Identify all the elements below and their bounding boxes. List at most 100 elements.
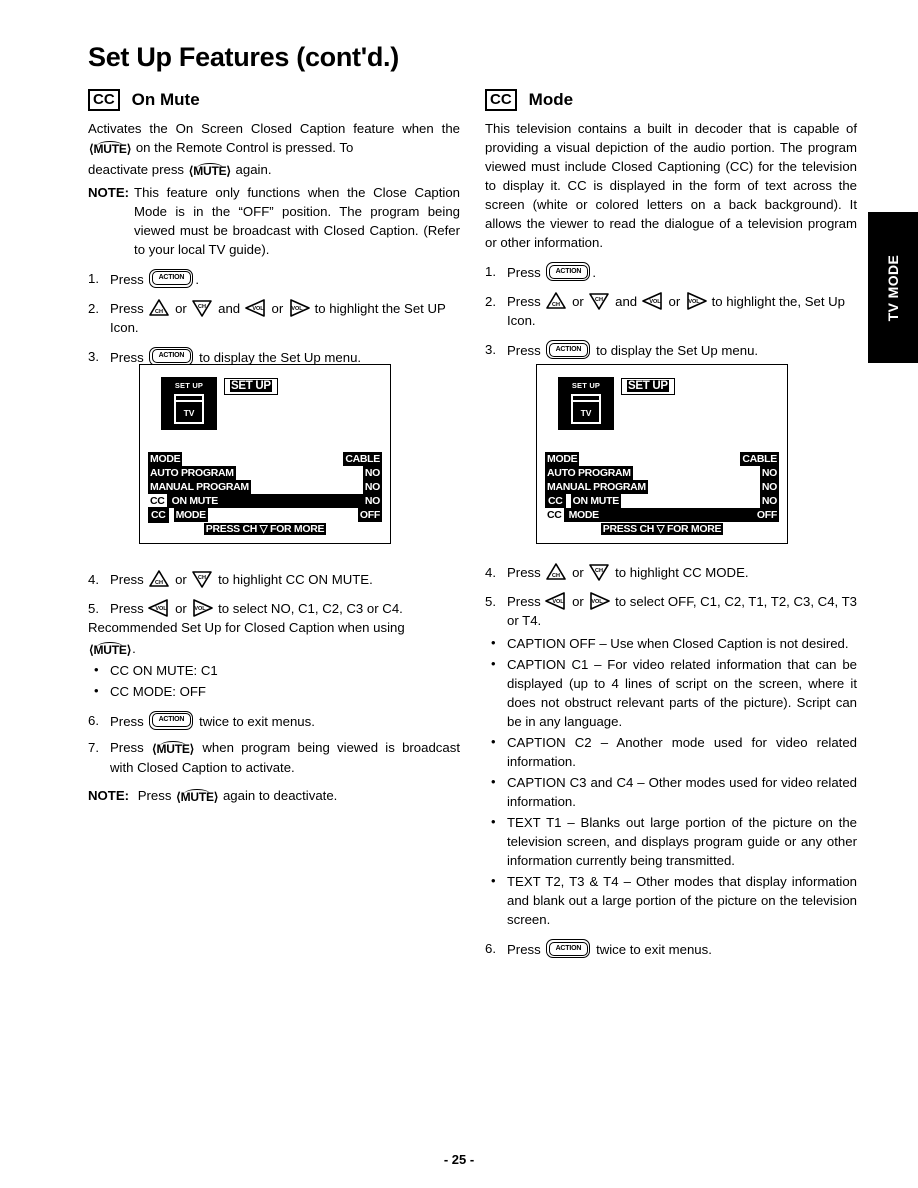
final-note-a: Press [137, 788, 172, 804]
bullet-text: CAPTION C3 and C4 – Other modes used for… [507, 775, 857, 809]
intro-line2b: on the Remote Control is pressed. To [135, 140, 354, 155]
step-6: 6. Press ACTION twice to exit menus. [88, 710, 460, 731]
svg-text:CH: CH [552, 573, 560, 579]
bullet-dot-icon: • [94, 682, 99, 698]
step-period: . [592, 265, 597, 280]
menu-row-value: OFF [754, 508, 779, 522]
step-body: Press ACTION. [110, 268, 460, 289]
mute-key-icon: ⟨MUTE⟩ [89, 141, 132, 156]
svg-text:CH: CH [595, 568, 603, 574]
side-tab-label: TV MODE [885, 254, 901, 321]
press-word: Press [110, 739, 144, 755]
tv-screen-diagram-right: SET UP TV SET UP MODE CABLE AUTO PROGRAM… [536, 364, 788, 544]
menu-row-label: ON MUTE [570, 494, 621, 508]
note-label: NOTE: [88, 184, 130, 200]
menu-row[interactable]: AUTO PROGRAM NO [148, 466, 382, 480]
menu-row-value: NO [362, 480, 382, 494]
setup-tile-label: SET UP [174, 381, 204, 390]
press-word: Press [110, 300, 144, 316]
or-word: or [175, 571, 187, 587]
or-word: or [572, 294, 584, 309]
menu-row[interactable]: CC ON MUTE NO [545, 493, 779, 509]
press-word: Press [110, 349, 144, 365]
tv-menu-list: MODE CABLE AUTO PROGRAM NO MANUAL PROGRA… [148, 452, 382, 536]
bullet-dot-icon: • [491, 873, 496, 888]
action-key-icon: ACTION [149, 268, 194, 288]
step-body: Press CH or CH and VOL or VOL to highlig… [110, 298, 460, 337]
bullet-item: • CAPTION C3 and C4 – Other modes used f… [485, 773, 857, 811]
step-4: 4. Press CH or CH to highlight CC MODE. [485, 563, 857, 582]
setup-banner: SET UP [224, 378, 278, 395]
menu-row-selected[interactable]: CC MODE OFF [545, 508, 779, 522]
svg-text:CH: CH [155, 580, 163, 586]
mute-key-icon: ⟨MUTE⟩ [176, 789, 219, 805]
step-tail: to display the Set Up menu. [199, 349, 362, 365]
step-number: 6. [485, 941, 496, 956]
recommendation-line: Recommended Set Up for Closed Caption wh… [88, 618, 460, 637]
step-body: Press ACTION. [507, 262, 857, 282]
step-1: 1. Press ACTION. [88, 268, 460, 289]
setup-tile-label: SET UP [571, 381, 601, 390]
step-number: 7. [88, 739, 99, 755]
step-body: Press ⟨MUTE⟩ when program being viewed i… [110, 738, 460, 777]
final-note-b: again to deactivate. [222, 788, 338, 804]
bullet-text: TEXT T1 – Blanks out large portion of th… [507, 815, 857, 868]
step-period: . [195, 271, 200, 287]
or-word: or [572, 565, 584, 580]
menu-row-value: CABLE [343, 452, 382, 466]
setup-banner-text: SET UP [627, 380, 669, 392]
menu-footer: PRESS CH ▽ FOR MORE [148, 522, 382, 536]
bullet-item: • CC ON MUTE: C1 [88, 661, 460, 680]
intro-line3b: again. [235, 162, 272, 178]
intro-paragraph-cont: deactivate press ⟨MUTE⟩ again. [88, 160, 460, 180]
bullet-text: CC MODE: OFF [110, 683, 206, 699]
bullet-dot-icon: • [491, 635, 496, 650]
svg-text:VOL: VOL [195, 606, 207, 612]
action-key-icon: ACTION [546, 262, 591, 281]
channel-up-key-icon: CH [545, 292, 567, 310]
action-key-icon: ACTION [546, 340, 591, 359]
volume-up-key-icon: VOL [288, 298, 310, 317]
bullet-item: • CC MODE: OFF [88, 682, 460, 701]
mute-key-icon: ⟨MUTE⟩ [188, 163, 231, 179]
menu-row[interactable]: CC MODE OFF [148, 507, 382, 523]
menu-row[interactable]: MANUAL PROGRAM NO [148, 480, 382, 494]
recommendation-period: . [132, 640, 136, 656]
cc-badge-icon: CC [485, 88, 517, 112]
volume-up-key-icon: VOL [685, 292, 707, 310]
step-body: Press VOL or VOL to select NO, C1, C2, C… [110, 598, 460, 618]
bullet-dot-icon: • [491, 734, 496, 749]
step-3: 3. Press ACTION to display the Set Up me… [485, 340, 857, 360]
step-5: 5. Press VOL or VOL to select NO, C1, C2… [88, 598, 460, 618]
step-number: 1. [88, 270, 99, 286]
channel-down-key-icon: CH [588, 292, 610, 310]
menu-row[interactable]: MANUAL PROGRAM NO [545, 480, 779, 494]
press-word: Press [110, 713, 144, 729]
and-word: and [615, 294, 638, 309]
page-title: Set Up Features (cont'd.) [88, 42, 399, 72]
tv-icon-label: TV [580, 408, 592, 418]
menu-row[interactable]: MODE CABLE [148, 452, 382, 466]
bullet-text: TEXT T2, T3 & T4 – Other modes that disp… [507, 874, 857, 927]
menu-row-label: MANUAL PROGRAM [545, 480, 648, 494]
menu-row-selected[interactable]: CC ON MUTE NO [148, 494, 382, 508]
step-number: 5. [485, 594, 496, 609]
section-title: On Mute [131, 89, 200, 109]
step-number: 2. [485, 294, 496, 309]
menu-row[interactable]: MODE CABLE [545, 452, 779, 466]
note-label: NOTE: [88, 788, 130, 804]
setup-banner: SET UP [621, 378, 675, 395]
bullet-text: CAPTION C1 – For video related informati… [507, 657, 857, 729]
step-tail: to select NO, C1, C2, C3 or C4. [218, 600, 403, 616]
menu-row-cc-badge: CC [148, 494, 167, 508]
menu-row-value: CABLE [740, 452, 779, 466]
note-block: NOTE: This feature only functions when t… [88, 183, 460, 259]
note-text: This feature only functions when the Clo… [134, 184, 460, 257]
menu-row-value: NO [362, 466, 382, 480]
menu-row-label: AUTO PROGRAM [148, 466, 236, 480]
step-tail: to display the Set Up menu. [596, 343, 759, 358]
menu-row[interactable]: AUTO PROGRAM NO [545, 466, 779, 480]
svg-text:VOL: VOL [649, 299, 661, 305]
step-body: Press VOL or VOL to select OFF, C1, C2, … [507, 592, 857, 630]
mute-key-icon: ⟨MUTE⟩ [151, 740, 195, 756]
